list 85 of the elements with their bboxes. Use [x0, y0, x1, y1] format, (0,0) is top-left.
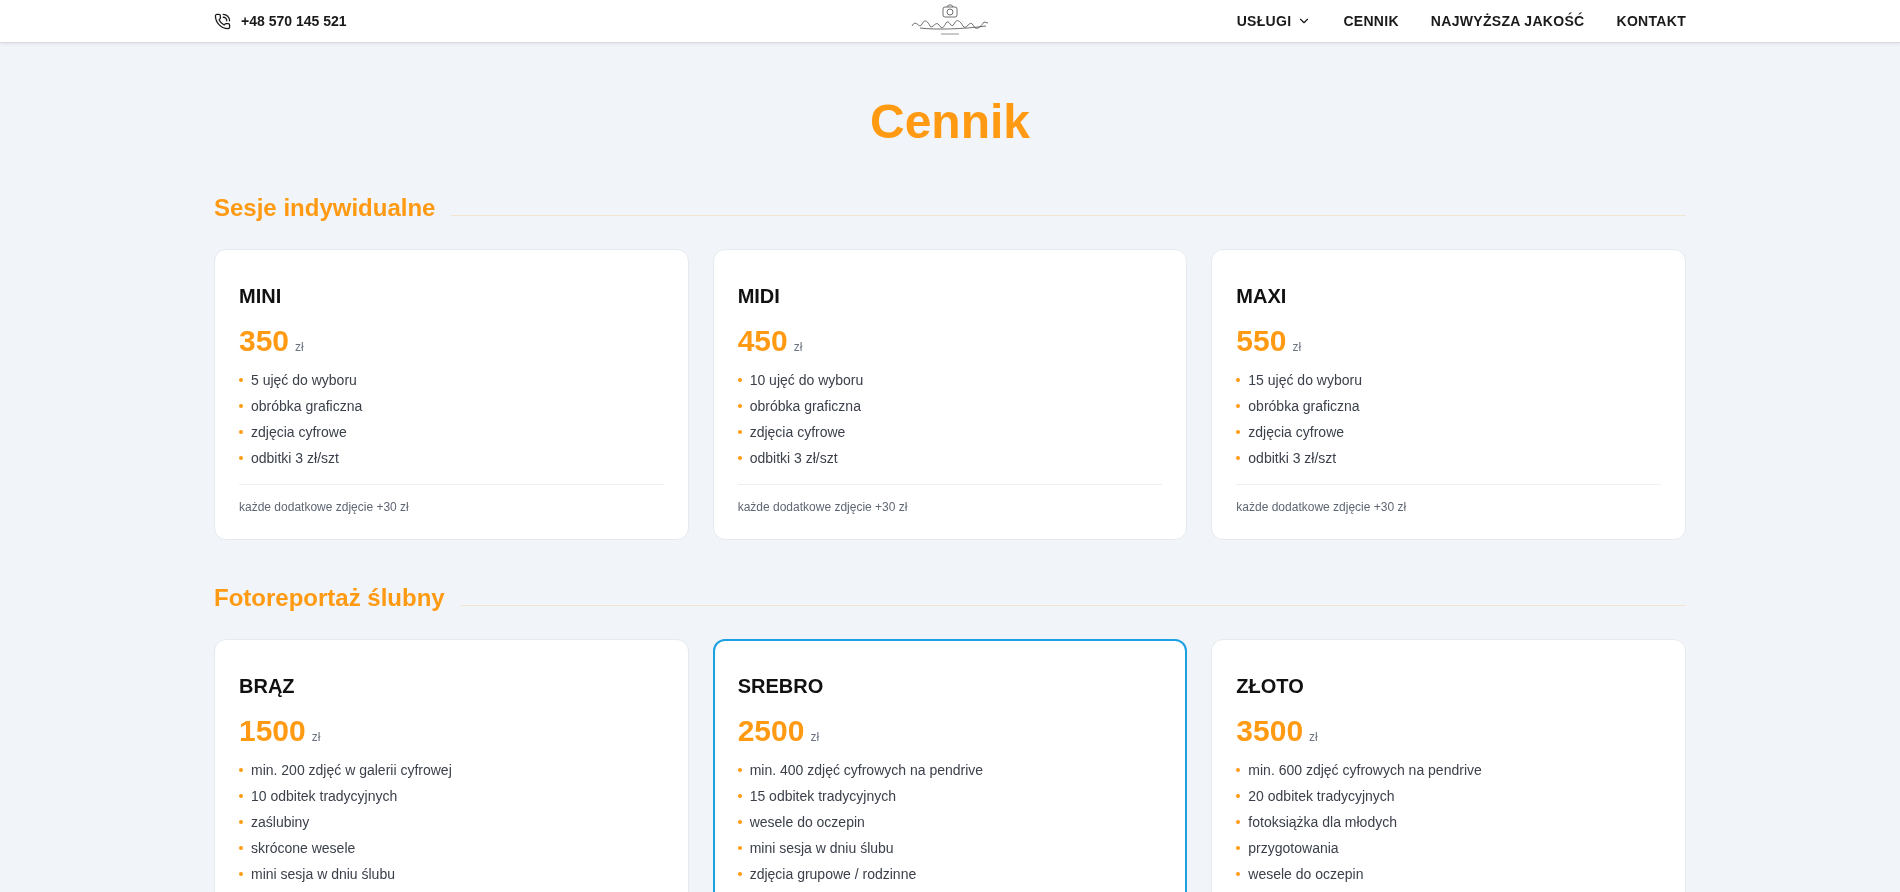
camera-logo-icon[interactable]: [910, 4, 990, 38]
plan-note: każde dodatkowe zdjęcie +30 zł: [737, 499, 909, 515]
currency-label: zł: [1309, 729, 1318, 746]
section-title: Sesje indywidualne: [214, 193, 436, 223]
plan-note: każde dodatkowe zdjęcie +30 zł: [1236, 499, 1408, 515]
currency-label: zł: [793, 339, 803, 356]
feature-text: min. 400 zdjęć cyfrowych na pendrive: [749, 761, 984, 779]
bullet-icon: [737, 820, 742, 824]
feature-text: 15 ujęć do wyboru: [1248, 371, 1362, 389]
bullet-icon: [239, 872, 243, 876]
plan-price: 3500: [1236, 713, 1304, 749]
bullet-icon: [1236, 872, 1241, 876]
bullet-icon: [1236, 846, 1241, 850]
feature-text: 5 ujęć do wyboru: [251, 371, 357, 389]
page-title: Cennik: [869, 94, 1031, 146]
feature-text: zdjęcia cyfrowe: [251, 423, 347, 441]
plan-price: 350: [239, 323, 290, 359]
feature-text: przygotowania: [1248, 839, 1339, 857]
plan-price: 450: [737, 323, 788, 359]
plan-title: MAXI: [1236, 284, 1288, 309]
bullet-icon: [1236, 430, 1241, 434]
bullet-icon: [737, 794, 742, 798]
feature-text: zdjęcia cyfrowe: [1248, 423, 1345, 441]
bullet-icon: [1236, 378, 1241, 382]
feature-text: 20 odbitek tradycyjnych: [1248, 787, 1395, 805]
feature-text: 15 odbitek tradycyjnych: [749, 787, 896, 805]
currency-label: zł: [295, 339, 304, 356]
currency-label: zł: [311, 729, 321, 746]
feature-text: odbitki 3 zł/szt: [1248, 449, 1337, 467]
feature-text: odbitki 3 zł/szt: [251, 449, 339, 467]
bullet-icon: [737, 768, 742, 772]
plan-title: SREBRO: [737, 674, 825, 699]
feature-text: skrócone wesele: [251, 839, 356, 857]
bullet-icon: [239, 820, 243, 824]
nav-link[interactable]: NAJWYŻSZA JAKOŚĆ: [1430, 10, 1585, 32]
feature-text: min. 200 zdjęć w galerii cyfrowej: [251, 761, 452, 779]
plan-title: BRĄZ: [239, 674, 296, 699]
nav-link[interactable]: KONTAKT: [1616, 10, 1686, 32]
section-title: Fotoreportaż ślubny: [214, 583, 445, 613]
feature-text: fotoksiążka dla młodych: [1248, 813, 1397, 831]
plan-title: MINI: [239, 284, 283, 309]
bullet-icon: [239, 794, 243, 798]
plan-price: 1500: [239, 713, 306, 749]
bullet-icon: [239, 846, 243, 850]
bullet-icon: [239, 430, 243, 434]
bullet-icon: [737, 378, 742, 382]
feature-text: min. 600 zdjęć cyfrowych na pendrive: [1248, 761, 1482, 779]
feature-text: obróbka graficzna: [749, 397, 861, 415]
feature-text: mini sesja w dniu ślubu: [251, 865, 395, 883]
feature-text: obróbka graficzna: [251, 397, 363, 415]
bullet-icon: [737, 456, 742, 460]
feature-text: 10 ujęć do wyboru: [749, 371, 864, 389]
bullet-icon: [239, 404, 243, 408]
feature-text: zaślubiny: [251, 813, 310, 831]
bullet-icon: [1236, 820, 1241, 824]
bullet-icon: [737, 846, 742, 850]
currency-label: zł: [810, 729, 820, 746]
bullet-icon: [1236, 768, 1241, 772]
bullet-icon: [239, 768, 243, 772]
currency-label: zł: [1292, 339, 1302, 356]
feature-text: zdjęcia cyfrowe: [749, 423, 846, 441]
plan-note: każde dodatkowe zdjęcie +30 zł: [239, 499, 410, 515]
bullet-icon: [1236, 404, 1241, 408]
phone-link[interactable]: +48 570 145 521: [214, 10, 347, 32]
plan-price: 550: [1236, 323, 1287, 359]
bullet-icon: [737, 430, 742, 434]
feature-text: wesele do oczepin: [1248, 865, 1364, 883]
feature-text: wesele do oczepin: [749, 813, 865, 831]
bullet-icon: [1236, 794, 1241, 798]
feature-text: mini sesja w dniu ślubu: [749, 839, 894, 857]
bullet-icon: [1236, 456, 1241, 460]
feature-text: odbitki 3 zł/szt: [749, 449, 838, 467]
feature-text: 10 odbitek tradycyjnych: [251, 787, 398, 805]
bullet-icon: [239, 456, 243, 460]
plan-title: MIDI: [737, 284, 781, 309]
phone-icon: [214, 12, 231, 30]
bullet-icon: [737, 404, 742, 408]
plan-title: ZŁOTO: [1236, 674, 1305, 699]
feature-text: obróbka graficzna: [1248, 397, 1360, 415]
feature-text: zdjęcia grupowe / rodzinne: [749, 865, 917, 883]
nav-dropdown[interactable]: USŁUGI: [1236, 10, 1312, 32]
plan-price: 2500: [737, 713, 805, 749]
bullet-icon: [737, 872, 742, 876]
bullet-icon: [239, 378, 243, 382]
nav-link[interactable]: CENNIK: [1343, 10, 1399, 32]
